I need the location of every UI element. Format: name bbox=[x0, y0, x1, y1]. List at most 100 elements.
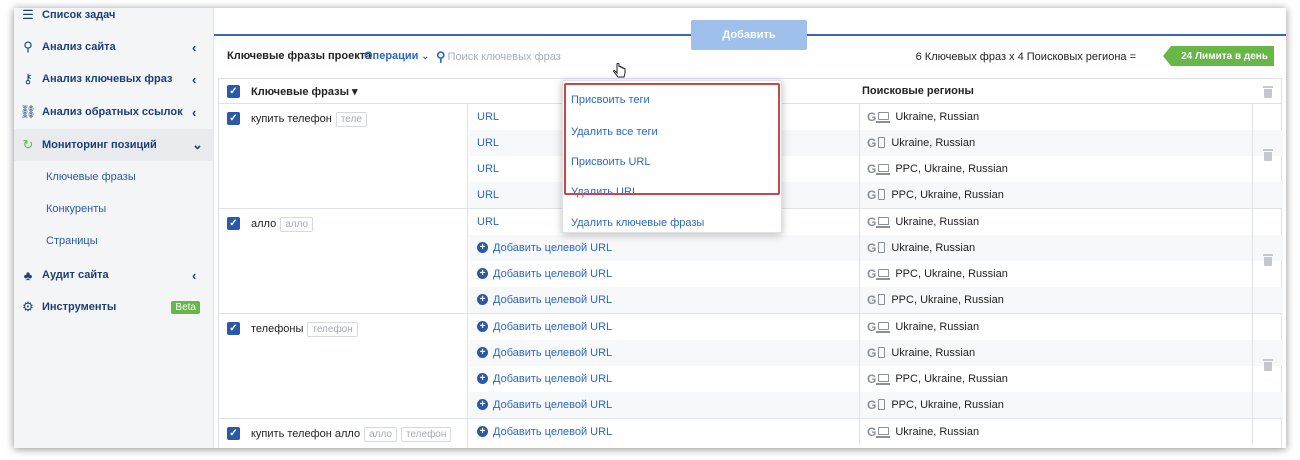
add-url-link[interactable]: Добавить целевой URL bbox=[493, 321, 612, 333]
sidebar: ☰ Список задач ⚲ Анализ сайта ‹ ⚷ Анализ… bbox=[14, 8, 214, 448]
sidebar-subitem-competitors[interactable]: Конкуренты bbox=[46, 203, 106, 215]
row-checkbox[interactable]: ✓ bbox=[227, 112, 240, 125]
sidebar-item-site-audit[interactable]: ♣ Аудит сайта ‹ bbox=[14, 260, 214, 290]
region-cell: G PPC, Ukraine, Russian bbox=[861, 182, 1253, 208]
add-url-link[interactable]: Добавить целевой URL bbox=[493, 347, 612, 359]
operations-menu-button[interactable]: Операции ⌄ bbox=[364, 50, 429, 62]
menu-item-assign-tags[interactable]: Присвоить теги bbox=[571, 94, 650, 106]
url-cell[interactable]: + Добавить целевой URL bbox=[469, 340, 860, 366]
tag[interactable]: телефон bbox=[400, 427, 452, 442]
desktop-icon bbox=[876, 163, 891, 175]
sidebar-item-keyword-analysis[interactable]: ⚷ Анализ ключевых фраз ‹ bbox=[14, 64, 214, 94]
add-icon: + bbox=[477, 399, 488, 411]
table-row: + Добавить целевой URL G PPC, Ukraine, Rus… bbox=[469, 392, 1283, 418]
add-button[interactable]: Добавить bbox=[691, 20, 807, 50]
app-window: ☰ Список задач ⚲ Анализ сайта ‹ ⚷ Анализ… bbox=[14, 8, 1286, 448]
sidebar-item-label: Мониторинг позиций bbox=[42, 139, 157, 151]
chevron-left-icon: ‹ bbox=[192, 39, 197, 55]
region-cell: G Ukraine, Russian bbox=[861, 419, 1253, 445]
url-cell[interactable]: + Добавить целевой URL bbox=[469, 287, 860, 313]
url-link[interactable]: URL bbox=[477, 137, 499, 149]
sidebar-item-site-analysis[interactable]: ⚲ Анализ сайта ‹ bbox=[14, 32, 214, 62]
column-header-regions: Поисковые регионы bbox=[862, 85, 974, 97]
row-checkbox[interactable]: ✓ bbox=[227, 427, 240, 440]
search-icon: ⚲ bbox=[436, 49, 446, 64]
search-box[interactable]: ⚲ bbox=[436, 48, 636, 66]
page-title: Ключевые фразы проекта bbox=[227, 50, 372, 62]
region-cell: G Ukraine, Russian bbox=[861, 130, 1253, 156]
google-icon: G bbox=[867, 187, 877, 202]
sidebar-subitem-keywords[interactable]: Ключевые фразы bbox=[46, 171, 136, 183]
desktop-icon bbox=[876, 216, 891, 228]
mobile-icon bbox=[878, 137, 886, 149]
url-cell[interactable]: + Добавить целевой URL bbox=[469, 392, 860, 418]
sidebar-item-label: Анализ ключевых фраз bbox=[42, 73, 173, 85]
select-all-checkbox[interactable]: ✓ bbox=[227, 85, 240, 98]
column-header-phrases[interactable]: Ключевые фразы ▾ bbox=[251, 85, 358, 98]
sidebar-item-task-list[interactable]: ☰ Список задач bbox=[14, 8, 214, 30]
tag[interactable]: алло bbox=[364, 427, 397, 442]
trash-icon[interactable] bbox=[1263, 86, 1273, 98]
mobile-icon bbox=[878, 347, 886, 359]
sidebar-item-position-monitoring[interactable]: ↻ Мониторинг позиций ⌄ bbox=[14, 129, 214, 161]
add-url-link[interactable]: Добавить целевой URL bbox=[493, 373, 612, 385]
desktop-icon bbox=[876, 268, 891, 280]
url-cell[interactable]: + Добавить целевой URL bbox=[469, 314, 860, 340]
sidebar-item-tools[interactable]: ⚙ Инструменты Beta bbox=[14, 292, 214, 322]
url-cell[interactable]: + Добавить целевой URL bbox=[469, 419, 860, 445]
add-url-link[interactable]: Добавить целевой URL bbox=[493, 399, 612, 411]
menu-item-delete-keywords[interactable]: Удалить ключевые фразы bbox=[571, 217, 704, 229]
sitemap-icon: ♣ bbox=[23, 267, 33, 283]
url-cell[interactable]: + Добавить целевой URL bbox=[469, 235, 860, 261]
add-url-link[interactable]: Добавить целевой URL bbox=[493, 426, 612, 438]
url-cell[interactable]: + Добавить целевой URL bbox=[469, 261, 860, 287]
url-link[interactable]: URL bbox=[477, 111, 499, 123]
main-content: Добавить Ключевые фразы проекта Операции… bbox=[214, 8, 1286, 448]
trash-icon[interactable] bbox=[1263, 254, 1273, 266]
add-icon: + bbox=[477, 242, 488, 254]
trash-icon[interactable] bbox=[1263, 149, 1273, 161]
chevron-left-icon: ‹ bbox=[192, 71, 197, 87]
add-url-link[interactable]: Добавить целевой URL bbox=[493, 268, 612, 280]
table-row: + Добавить целевой URL G Ukraine, Russian bbox=[469, 314, 1283, 340]
menu-item-remove-url[interactable]: Удалить URL bbox=[571, 186, 638, 198]
desktop-icon bbox=[876, 321, 891, 333]
add-url-link[interactable]: Добавить целевой URL bbox=[493, 294, 612, 306]
sidebar-item-label: Анализ сайта bbox=[42, 41, 116, 53]
add-url-link[interactable]: Добавить целевой URL bbox=[493, 242, 612, 254]
desktop-icon bbox=[876, 373, 891, 385]
add-icon: + bbox=[477, 268, 488, 280]
menu-item-remove-all-tags[interactable]: Удалить все теги bbox=[571, 126, 658, 138]
tag[interactable]: телефон bbox=[307, 322, 358, 337]
gear-icon: ⚙ bbox=[22, 299, 34, 314]
menu-item-assign-url[interactable]: Присвоить URL bbox=[571, 156, 650, 168]
url-link[interactable]: URL bbox=[477, 189, 499, 201]
region-cell: G Ukraine, Russian bbox=[861, 340, 1253, 366]
add-icon: + bbox=[477, 294, 488, 306]
desktop-icon bbox=[876, 111, 891, 123]
tag[interactable]: теле bbox=[335, 112, 367, 127]
sidebar-subitem-pages[interactable]: Страницы bbox=[46, 235, 98, 247]
google-icon: G bbox=[867, 345, 877, 360]
google-icon: G bbox=[867, 135, 877, 150]
search-input[interactable] bbox=[447, 51, 618, 63]
region-cell: G PPC, Ukraine, Russian bbox=[861, 392, 1253, 418]
region-cell: G Ukraine, Russian bbox=[861, 235, 1253, 261]
mobile-icon bbox=[878, 294, 886, 306]
hand-cursor-icon bbox=[613, 63, 626, 78]
row-checkbox[interactable]: ✓ bbox=[227, 322, 240, 335]
operations-dropdown: Присвоить теги Удалить все теги Присвоит… bbox=[562, 80, 782, 233]
sidebar-item-label: Аудит сайта bbox=[42, 269, 109, 281]
sidebar-item-backlinks[interactable]: ⛓ Анализ обратных ссылок ‹ bbox=[14, 97, 214, 127]
phrase-cell: ✓ купить телефон теле bbox=[219, 104, 468, 208]
region-cell: G Ukraine, Russian bbox=[861, 314, 1253, 340]
list-icon: ☰ bbox=[22, 8, 34, 22]
google-icon: G bbox=[867, 397, 877, 412]
row-checkbox[interactable]: ✓ bbox=[227, 217, 240, 230]
tag[interactable]: алло bbox=[280, 217, 314, 232]
url-link[interactable]: URL bbox=[477, 216, 499, 228]
url-cell[interactable]: + Добавить целевой URL bbox=[469, 366, 860, 392]
trash-icon[interactable] bbox=[1263, 359, 1273, 371]
url-link[interactable]: URL bbox=[477, 163, 499, 175]
mobile-icon bbox=[878, 399, 886, 411]
